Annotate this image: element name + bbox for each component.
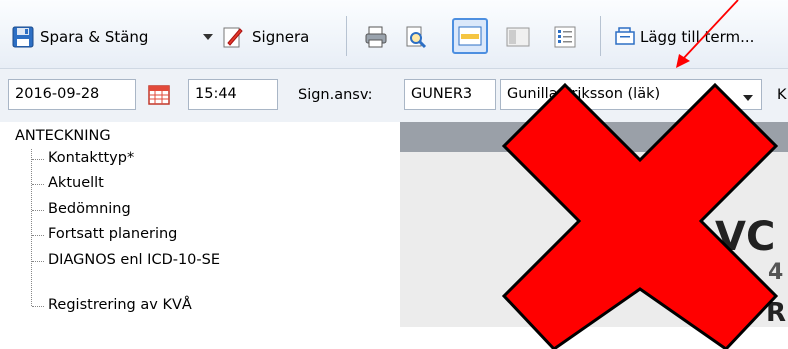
red-arrow-annotation-icon bbox=[676, 0, 739, 68]
